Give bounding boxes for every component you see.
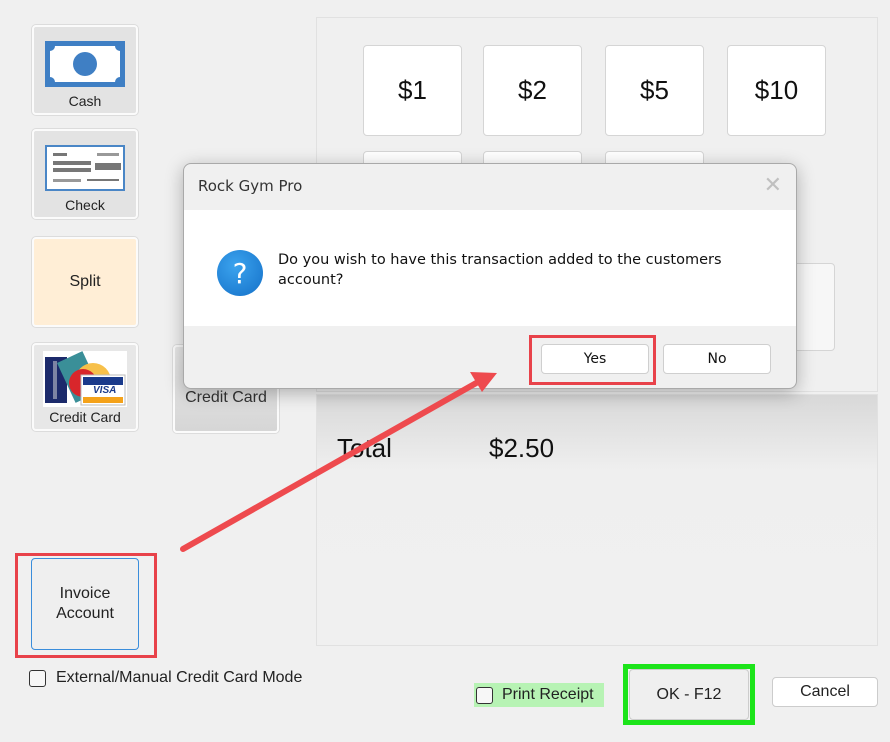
dialog-body: ? Do you wish to have this transaction a… <box>184 210 796 326</box>
credit-card-button[interactable]: VISA Credit Card <box>32 343 138 431</box>
svg-text:VISA: VISA <box>93 385 116 396</box>
total-label: Total <box>337 433 392 463</box>
cash-bill-icon <box>45 41 125 87</box>
bill-5-button[interactable]: $5 <box>605 45 704 136</box>
checkbox-box[interactable] <box>476 686 493 704</box>
credit-card-label: Credit Card <box>49 409 121 425</box>
bill-1-button[interactable]: $1 <box>363 45 462 136</box>
check-button[interactable]: Check <box>32 129 138 219</box>
total-panel: Total $2.50 <box>316 394 878 646</box>
dialog-title: Rock Gym Pro <box>198 177 303 195</box>
yes-button-highlight-box <box>529 335 656 385</box>
close-icon[interactable]: ✕ <box>764 173 782 198</box>
checkbox-box[interactable] <box>29 669 46 687</box>
print-receipt-checkbox[interactable]: Print Receipt <box>474 683 604 707</box>
split-button[interactable]: Split <box>32 237 138 327</box>
check-label: Check <box>65 197 105 213</box>
external-manual-cc-mode-label: External/Manual Credit Card Mode <box>56 669 303 686</box>
invoice-account-highlight-box <box>15 553 157 658</box>
ok-button[interactable]: OK - F12 <box>629 669 749 720</box>
cancel-button[interactable]: Cancel <box>772 677 878 707</box>
print-receipt-label: Print Receipt <box>502 686 594 703</box>
no-button[interactable]: No <box>663 344 771 374</box>
question-icon: ? <box>217 250 263 296</box>
dialog-message: Do you wish to have this transaction add… <box>278 252 722 288</box>
bill-2-button[interactable]: $2 <box>483 45 582 136</box>
split-label: Split <box>69 273 101 290</box>
bill-10-button[interactable]: $10 <box>727 45 826 136</box>
total-value: $2.50 <box>489 433 555 463</box>
credit-card-alt-label: Credit Card <box>185 389 267 406</box>
credit-cards-icon: VISA <box>43 351 127 407</box>
cash-button[interactable]: Cash <box>32 25 138 115</box>
check-icon <box>45 145 125 191</box>
external-manual-cc-mode-checkbox[interactable]: External/Manual Credit Card Mode <box>29 669 302 687</box>
confirm-dialog: Rock Gym Pro ✕ ? Do you wish to have thi… <box>183 163 797 389</box>
cash-label: Cash <box>68 93 102 109</box>
